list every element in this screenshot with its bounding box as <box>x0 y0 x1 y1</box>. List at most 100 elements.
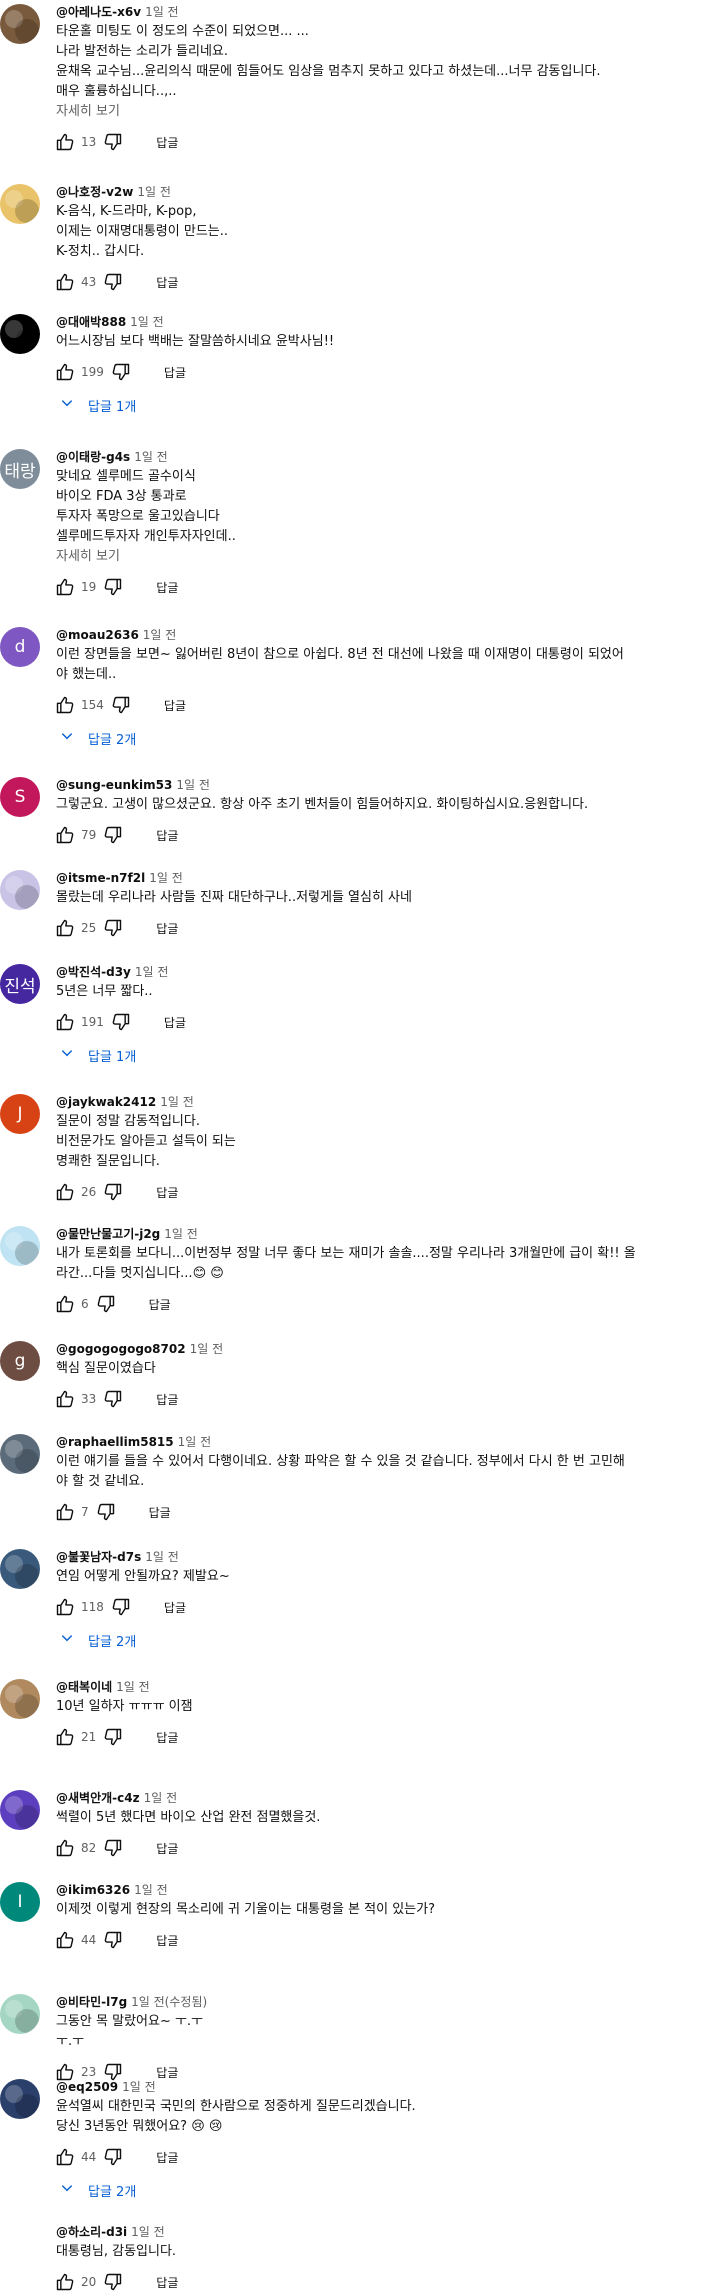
like-button[interactable] <box>54 1293 76 1315</box>
like-button[interactable] <box>54 2146 76 2168</box>
avatar[interactable] <box>0 1434 40 1474</box>
like-button[interactable] <box>54 1181 76 1203</box>
like-button[interactable] <box>54 1011 76 1033</box>
comment-time[interactable]: 1일 전 <box>116 1680 150 1694</box>
read-more-link[interactable]: 자세히 보기 <box>56 102 705 122</box>
reply-button[interactable]: 답글 <box>149 1296 171 1313</box>
dislike-button[interactable] <box>102 824 124 846</box>
like-button[interactable] <box>54 271 76 293</box>
view-replies-button[interactable]: 답글 1개 <box>60 1043 705 1067</box>
reply-button[interactable]: 답글 <box>156 1391 178 1408</box>
dislike-button[interactable] <box>102 1929 124 1951</box>
author-name[interactable]: @ikim6326 <box>56 1883 130 1897</box>
view-replies-button[interactable]: 답글 1개 <box>60 393 705 417</box>
avatar[interactable] <box>0 870 40 910</box>
author-name[interactable]: @불꽃남자-d7s <box>56 1550 141 1564</box>
like-button[interactable] <box>54 576 76 598</box>
view-replies-button[interactable]: 답글 2개 <box>60 726 705 750</box>
dislike-button[interactable] <box>102 1181 124 1203</box>
avatar[interactable] <box>0 1790 40 1830</box>
like-button[interactable] <box>54 131 76 153</box>
like-button[interactable] <box>54 694 76 716</box>
like-button[interactable] <box>54 1726 76 1748</box>
comment-time[interactable]: 1일 전 <box>135 965 169 979</box>
avatar[interactable] <box>0 2224 40 2264</box>
dislike-button[interactable] <box>102 917 124 939</box>
author-name[interactable]: @태복이네 <box>56 1680 112 1694</box>
reply-button[interactable]: 답글 <box>156 1932 178 1949</box>
avatar[interactable]: 태랑 <box>0 449 40 489</box>
avatar[interactable] <box>0 314 40 354</box>
dislike-button[interactable] <box>102 2271 124 2293</box>
author-name[interactable]: @jaykwak2412 <box>56 1095 156 1109</box>
author-name[interactable]: @대애박888 <box>56 315 126 329</box>
author-name[interactable]: @물만난물고기-j2g <box>56 1227 160 1241</box>
dislike-button[interactable] <box>110 1596 132 1618</box>
like-button[interactable] <box>54 1501 76 1523</box>
reply-button[interactable]: 답글 <box>156 1840 178 1857</box>
author-name[interactable]: @박진석-d3y <box>56 965 131 979</box>
comment-time[interactable]: 1일 전 <box>145 5 179 19</box>
like-button[interactable] <box>54 1837 76 1859</box>
avatar[interactable] <box>0 1994 40 2034</box>
avatar[interactable]: I <box>0 1882 40 1922</box>
comment-time[interactable]: 1일 전 <box>131 2225 165 2239</box>
author-name[interactable]: @moau2636 <box>56 628 139 642</box>
author-name[interactable]: @나호정-v2w <box>56 185 133 199</box>
author-name[interactable]: @새벽안개-c4z <box>56 1791 140 1805</box>
like-button[interactable] <box>54 917 76 939</box>
author-name[interactable]: @raphaellim5815 <box>56 1435 174 1449</box>
like-button[interactable] <box>54 2271 76 2293</box>
comment-time[interactable]: 1일 전 <box>176 778 210 792</box>
avatar[interactable] <box>0 1549 40 1589</box>
reply-button[interactable]: 답글 <box>156 1729 178 1746</box>
reply-button[interactable]: 답글 <box>156 1184 178 1201</box>
avatar[interactable] <box>0 2079 40 2119</box>
comment-time[interactable]: 1일 전 <box>122 2080 156 2094</box>
author-name[interactable]: @비타민-l7g <box>56 1995 127 2009</box>
comment-time[interactable]: 1일 전 <box>145 1550 179 1564</box>
reply-button[interactable]: 답글 <box>164 1014 186 1031</box>
avatar[interactable] <box>0 1226 40 1266</box>
view-replies-button[interactable]: 답글 2개 <box>60 1628 705 1652</box>
comment-time[interactable]: 1일 전 <box>149 871 183 885</box>
dislike-button[interactable] <box>102 2146 124 2168</box>
avatar[interactable] <box>0 184 40 224</box>
reply-button[interactable]: 답글 <box>156 2064 178 2081</box>
comment-time[interactable]: 1일 전 <box>190 1342 224 1356</box>
reply-button[interactable]: 답글 <box>164 697 186 714</box>
dislike-button[interactable] <box>110 694 132 716</box>
reply-button[interactable]: 답글 <box>164 1599 186 1616</box>
reply-button[interactable]: 답글 <box>156 134 178 151</box>
like-button[interactable] <box>54 824 76 846</box>
author-name[interactable]: @sung-eunkim53 <box>56 778 172 792</box>
avatar[interactable] <box>0 4 40 44</box>
comment-time[interactable]: 1일 전 <box>143 628 177 642</box>
reply-button[interactable]: 답글 <box>156 827 178 844</box>
comment-time[interactable]: 1일 전 <box>164 1227 198 1241</box>
dislike-button[interactable] <box>102 576 124 598</box>
avatar[interactable]: d <box>0 627 40 667</box>
dislike-button[interactable] <box>95 1501 117 1523</box>
dislike-button[interactable] <box>95 1293 117 1315</box>
comment-time[interactable]: 1일 전 <box>144 1791 178 1805</box>
avatar[interactable]: 진석 <box>0 964 40 1004</box>
like-button[interactable] <box>54 1388 76 1410</box>
avatar[interactable]: S <box>0 777 40 817</box>
dislike-button[interactable] <box>102 1837 124 1859</box>
dislike-button[interactable] <box>102 271 124 293</box>
view-replies-button[interactable]: 답글 2개 <box>60 2178 705 2202</box>
like-button[interactable] <box>54 1929 76 1951</box>
reply-button[interactable]: 답글 <box>164 364 186 381</box>
comment-time[interactable]: 1일 전 <box>130 315 164 329</box>
dislike-button[interactable] <box>102 1388 124 1410</box>
dislike-button[interactable] <box>110 361 132 383</box>
author-name[interactable]: @eq2509 <box>56 2080 118 2094</box>
like-button[interactable] <box>54 1596 76 1618</box>
reply-button[interactable]: 답글 <box>156 2274 178 2291</box>
dislike-button[interactable] <box>102 131 124 153</box>
reply-button[interactable]: 답글 <box>156 579 178 596</box>
dislike-button[interactable] <box>110 1011 132 1033</box>
author-name[interactable]: @아레나도-x6v <box>56 5 141 19</box>
reply-button[interactable]: 답글 <box>156 920 178 937</box>
